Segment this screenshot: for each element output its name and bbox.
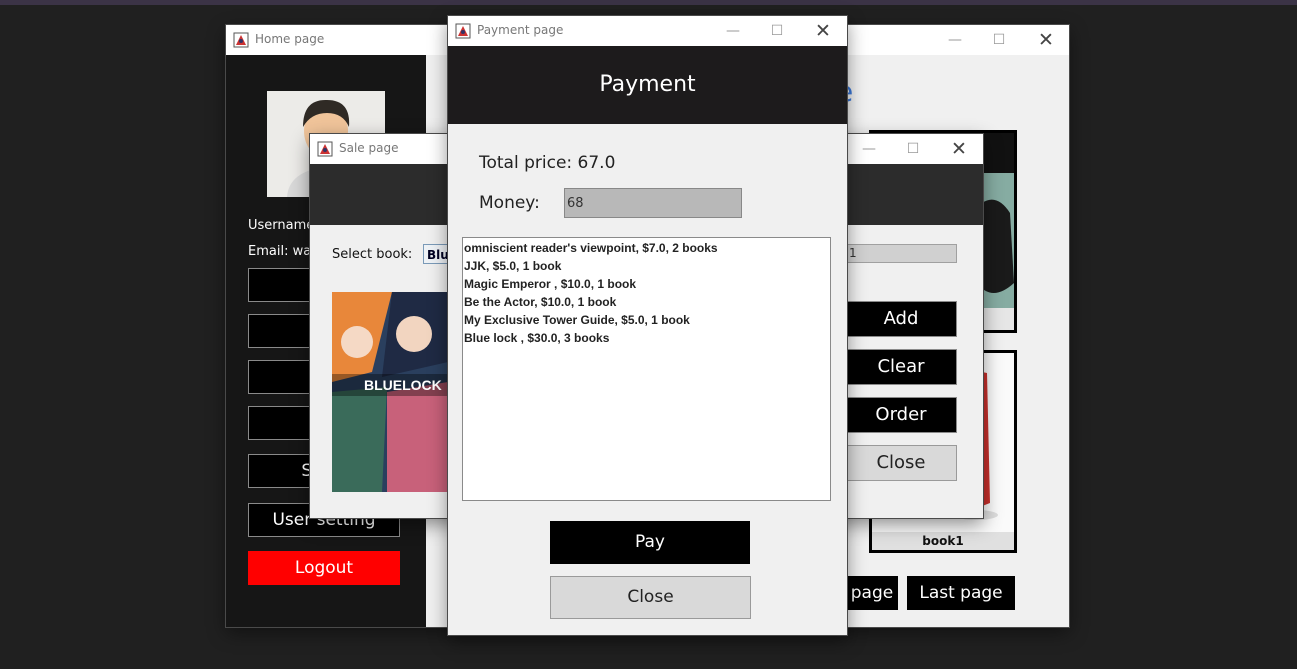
close-icon[interactable]: ✕	[1024, 25, 1068, 55]
sale-window-title: Sale page	[339, 141, 399, 155]
order-line: My Exclusive Tower Guide, $5.0, 1 book	[464, 313, 690, 327]
money-input[interactable]: 68	[564, 188, 742, 218]
minimize-icon[interactable]: —	[847, 134, 891, 164]
order-line: Be the Actor, $10.0, 1 book	[464, 295, 617, 309]
logout-button[interactable]: Logout	[248, 551, 400, 585]
maximize-icon[interactable]: ☐	[891, 134, 935, 164]
payment-window: Payment page — ☐ ✕ Payment Total price: …	[448, 16, 847, 635]
pay-button[interactable]: Pay	[550, 521, 750, 564]
username-label: Username	[248, 218, 315, 233]
order-line: omniscient reader's viewpoint, $7.0, 2 b…	[464, 241, 718, 255]
home-window-title: Home page	[255, 32, 325, 46]
selected-book-cover: BLUELOCK	[332, 292, 448, 492]
order-button[interactable]: Order	[845, 397, 957, 433]
order-line: JJK, $5.0, 1 book	[464, 259, 562, 273]
cover-title-text: BLUELOCK	[364, 377, 442, 393]
desktop-top-strip	[0, 0, 1297, 5]
total-price-label: Total price: 67.0	[479, 153, 616, 173]
clear-button[interactable]: Clear	[845, 349, 957, 385]
payment-window-title: Payment page	[477, 23, 564, 37]
maximize-icon[interactable]: ☐	[977, 25, 1021, 55]
order-list[interactable]: omniscient reader's viewpoint, $7.0, 2 b…	[462, 237, 831, 501]
close-icon[interactable]: ✕	[801, 16, 845, 46]
java-app-icon	[233, 32, 249, 48]
order-line: Magic Emperor , $10.0, 1 book	[464, 277, 637, 291]
minimize-icon[interactable]: —	[933, 25, 977, 55]
add-button[interactable]: Add	[845, 301, 957, 337]
payment-titlebar[interactable]: Payment page — ☐ ✕	[448, 16, 847, 46]
book1-caption: book1	[872, 532, 1014, 550]
select-book-label: Select book:	[332, 247, 413, 262]
java-app-icon	[455, 23, 471, 39]
maximize-icon[interactable]: ☐	[755, 16, 799, 46]
close-icon[interactable]: ✕	[937, 134, 981, 164]
money-label: Money:	[479, 193, 540, 213]
quantity-field[interactable]: 1	[845, 244, 957, 263]
java-app-icon	[317, 141, 333, 157]
last-page-button[interactable]: Last page	[907, 576, 1015, 610]
payment-heading: Payment	[448, 46, 847, 124]
order-line: Blue lock , $30.0, 3 books	[464, 331, 610, 345]
previous-page-button[interactable]: page	[846, 576, 898, 610]
minimize-icon[interactable]: —	[711, 16, 755, 46]
sale-close-button[interactable]: Close	[845, 445, 957, 481]
payment-close-button[interactable]: Close	[550, 576, 751, 619]
